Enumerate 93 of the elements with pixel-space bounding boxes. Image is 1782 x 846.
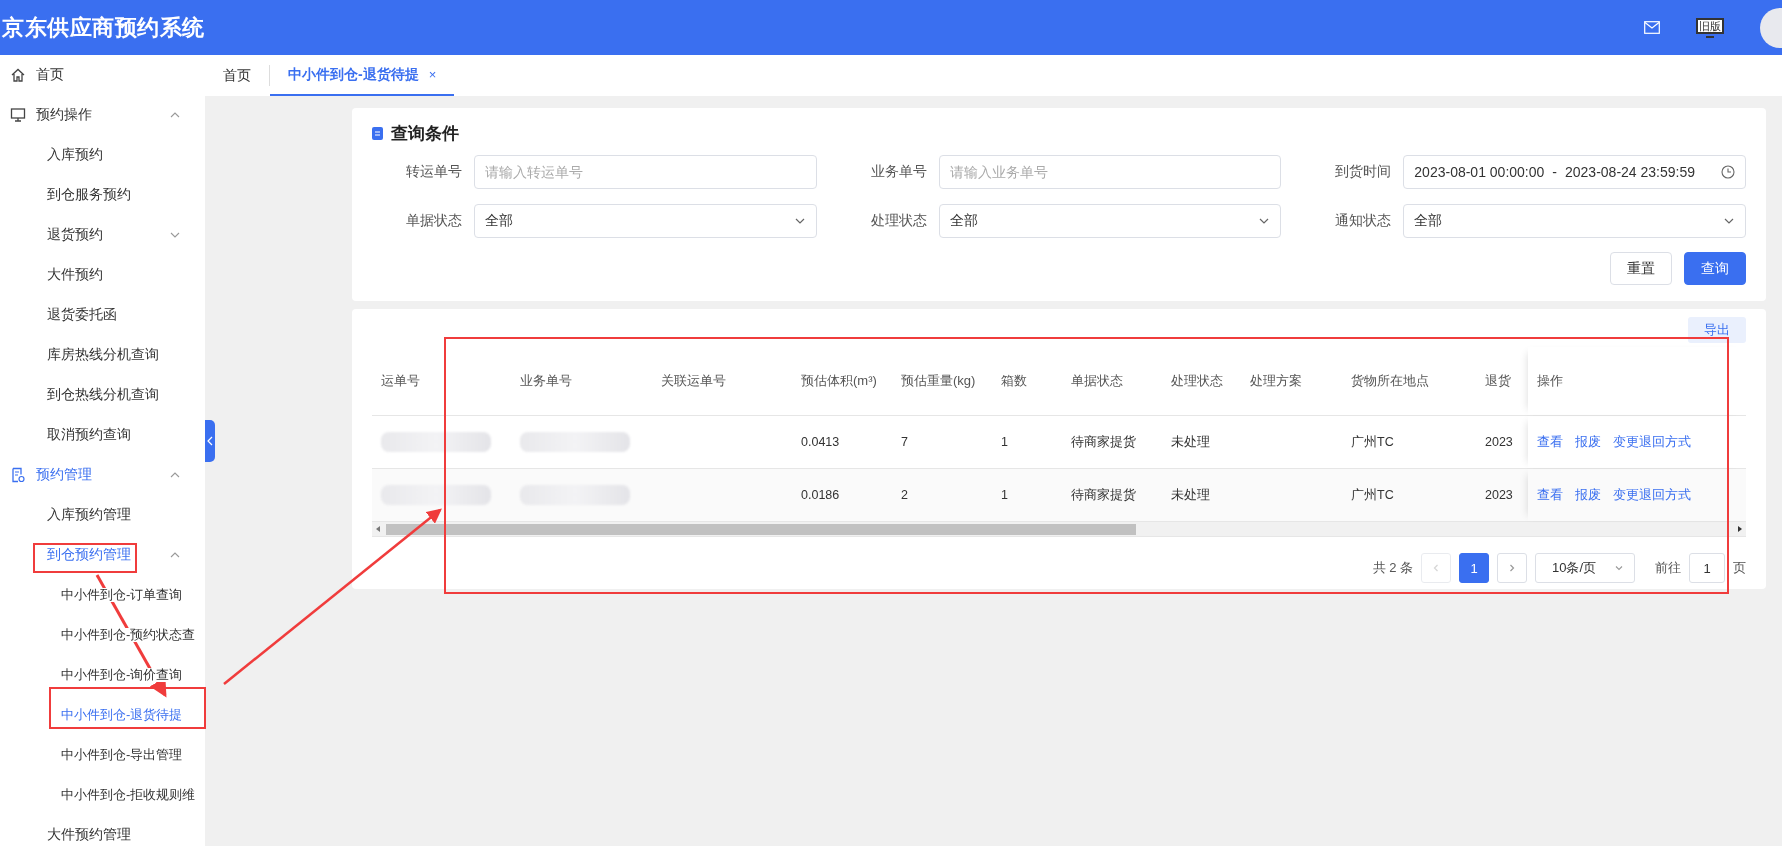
field-label: 转运单号 [405,163,462,181]
export-button[interactable]: 导出 [1688,317,1746,343]
field-label: 业务单号 [869,163,927,181]
page-unit-label: 页 [1733,559,1746,577]
column-header: 箱数 [1001,371,1027,390]
horizontal-scrollbar[interactable] [372,522,1746,536]
column-header: 业务单号 [520,371,572,390]
sidebar-item[interactable]: 中小件到仓-拒收规则维 [0,775,205,815]
table-cell: 待商家提货 [1071,433,1136,451]
column-header: 预估重量(kg) [901,371,976,390]
sidebar-item[interactable]: 入库预约 [0,135,205,175]
date-range-field[interactable]: 2023-08-01 00:00:00 - 2023-08-24 23:59:59 [1403,155,1746,189]
table-cell: 7 [901,435,908,449]
caret-icon [170,470,180,480]
sidebar-item[interactable]: 到仓服务预约 [0,175,205,215]
select-field[interactable]: 全部 [938,204,1282,238]
column-header: 退货 [1485,371,1511,390]
sidebar-item[interactable]: 大件预约 [0,255,205,295]
table-cell: 1 [1001,488,1008,502]
sidebar-collapse-button[interactable] [205,420,215,462]
sidebar-item[interactable]: 退货委托函 [0,295,205,335]
table-cell: 待商家提货 [1071,486,1136,504]
mail-icon[interactable] [1644,21,1660,34]
sidebar-item[interactable]: 预约管理 [0,455,205,495]
sidebar-item[interactable]: 库房热线分机查询 [0,335,205,375]
select-field[interactable]: 全部 [1403,204,1746,238]
chevron-left-icon [207,436,213,446]
table-cell: 广州TC [1351,486,1394,504]
caret-icon [170,550,180,560]
tab[interactable]: 首页 [205,55,269,96]
sidebar-item[interactable]: 中小件到仓-预约状态查 [0,615,205,655]
column-header: 运单号 [381,371,420,390]
document-icon [10,467,26,483]
action-link[interactable]: 查看 [1537,486,1563,504]
field-label: 到货时间 [1334,163,1392,181]
table-cell: 未处理 [1171,433,1210,451]
text-input-field[interactable]: 请输入业务单号 [938,155,1282,189]
sidebar-item[interactable]: 取消预约查询 [0,415,205,455]
column-header: 单据状态 [1071,371,1123,390]
action-link[interactable]: 变更退回方式 [1613,433,1691,451]
table-cell: 未处理 [1171,486,1210,504]
caret-icon [170,110,180,120]
text-input-field[interactable]: 请输入转运单号 [474,155,817,189]
chevron-right-icon [1507,563,1517,573]
sidebar-item[interactable]: 大件预约管理 [0,815,205,846]
monitor-icon [10,107,26,123]
chevron-down-icon [1614,563,1624,573]
tab[interactable]: 中小件到仓-退货待提 × [270,55,455,96]
table-cell: 2 [901,488,908,502]
app-title: 京东供应商预约系统 [2,13,205,42]
column-header: 处理状态 [1171,371,1223,390]
table-cell: 0.0186 [801,488,840,502]
column-header: 关联运单号 [661,371,726,390]
table-cell: 1 [1001,435,1008,449]
search-button[interactable]: 查询 [1684,252,1746,285]
page-size-select[interactable]: 10条/页 [1535,553,1635,583]
column-header: 预估体积(m³) [801,371,877,390]
sidebar-item[interactable]: 入库预约管理 [0,495,205,535]
sidebar-item[interactable]: 中小件到仓-导出管理 [0,735,205,775]
page-button[interactable]: 1 [1459,553,1489,583]
home-icon [10,67,26,83]
total-count: 共 2 条 [1372,559,1413,577]
list-icon [372,127,383,140]
table-cell: 2023 [1485,488,1513,502]
sidebar-item[interactable]: 到仓热线分机查询 [0,375,205,415]
panel-title: 查询条件 [391,123,459,145]
sidebar-item[interactable]: 首页 [0,55,205,95]
select-field[interactable]: 全部 [474,204,817,238]
action-link[interactable]: 查看 [1537,433,1563,451]
table-cell: 广州TC [1351,433,1394,451]
sidebar-item[interactable]: 预约操作 [0,95,205,135]
table-cell: 2023 [1485,435,1513,449]
page-number-field[interactable]: 1 [1689,553,1725,583]
column-header: 货物所在地点 [1351,371,1429,390]
field-label: 通知状态 [1334,212,1392,230]
field-label: 单据状态 [405,212,462,230]
table-cell: 0.0413 [801,435,840,449]
action-link[interactable]: 变更退回方式 [1613,486,1691,504]
reset-button[interactable]: 重置 [1610,252,1672,285]
sidebar-item[interactable]: 到仓预约管理 [0,535,205,575]
sidebar-item[interactable]: 中小件到仓-订单查询 [0,575,205,615]
sidebar-item[interactable]: 中小件到仓-询价查询 [0,655,205,695]
sidebar-item[interactable]: 退货预约 [0,215,205,255]
action-link[interactable]: 报废 [1575,486,1601,504]
goto-label: 前往 [1655,559,1681,577]
column-header: 操作 [1537,371,1563,390]
field-label: 处理状态 [869,212,927,230]
caret-icon [170,230,180,240]
sidebar-item[interactable]: 中小件到仓-退货待提 [0,695,205,735]
chevron-left-icon [1431,563,1441,573]
action-link[interactable]: 报废 [1575,433,1601,451]
clock-icon [1721,165,1735,179]
column-header: 处理方案 [1250,371,1302,390]
